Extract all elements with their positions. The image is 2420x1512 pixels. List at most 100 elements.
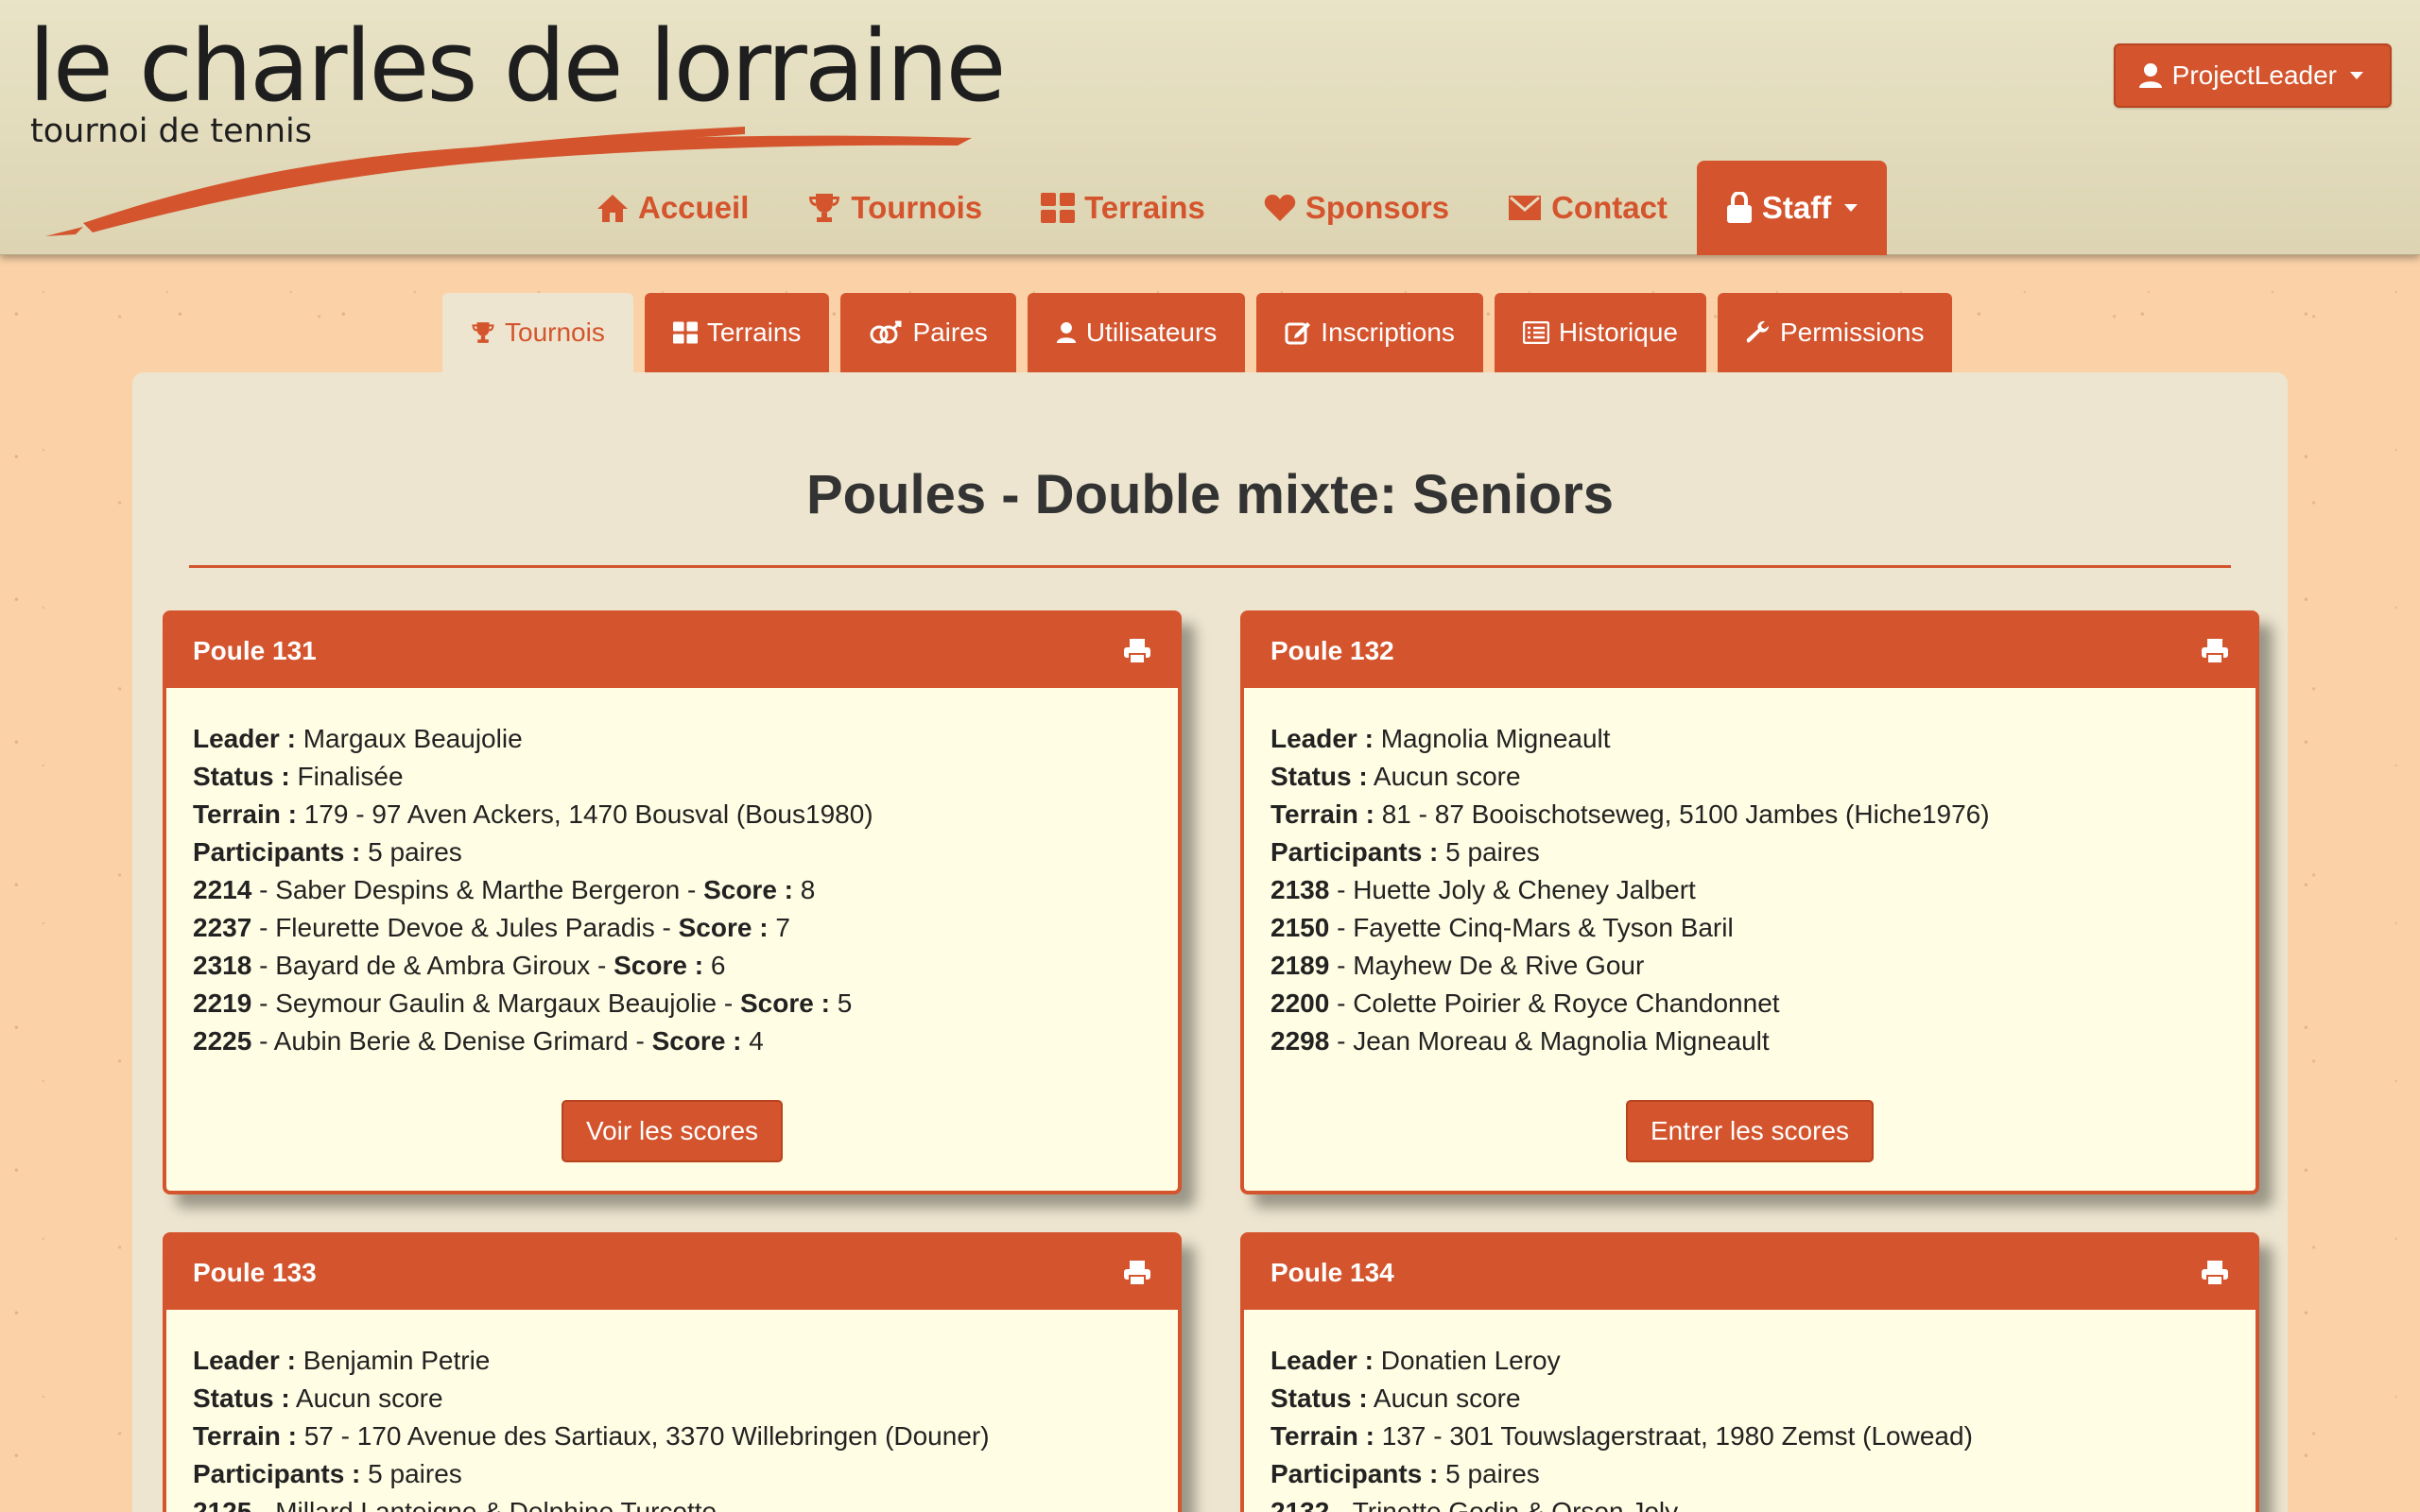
field-value: Aucun score xyxy=(1373,762,1521,791)
field-label: Status : xyxy=(193,762,290,791)
pool-terrain: Terrain : 81 - 87 Booischotseweg, 5100 J… xyxy=(1270,796,2229,833)
field-label: Status : xyxy=(1270,1383,1368,1413)
wrench-icon xyxy=(1746,320,1769,343)
field-value: Magnolia Migneault xyxy=(1380,724,1611,753)
nav-item-staff[interactable]: Staff xyxy=(1696,161,1888,255)
tab-terrains[interactable]: Terrains xyxy=(644,293,830,372)
nav-item-terrains[interactable]: Terrains xyxy=(1011,161,1235,255)
field-value: 179 - 97 Aven Ackers, 1470 Bousval (Bous… xyxy=(303,799,873,829)
pool-status: Status : Finalisée xyxy=(193,758,1151,796)
enter-scores-button[interactable]: Entrer les scores xyxy=(1625,1100,1875,1162)
nav-label: Tournois xyxy=(851,190,983,225)
tab-label: Permissions xyxy=(1779,318,1925,347)
view-scores-button[interactable]: Voir les scores xyxy=(561,1100,784,1162)
pair-score: 4 xyxy=(749,1026,764,1056)
pool-card: Poule 132 Leader : Magnolia Migneault St… xyxy=(1240,610,2259,1194)
site-header: le charles de lorraine tournoi de tennis… xyxy=(0,0,2420,255)
field-label: Participants : xyxy=(193,1459,361,1488)
nav-label: Sponsors xyxy=(1305,190,1450,225)
score-label: Score : xyxy=(614,951,704,980)
tab-historique[interactable]: Historique xyxy=(1494,293,1706,372)
pair-id: 2132 xyxy=(1270,1497,1330,1512)
pool-leader: Leader : Donatien Leroy xyxy=(1270,1342,2229,1380)
pair-row: 2132 - Trinette Godin & Orson Joly xyxy=(1270,1493,2229,1512)
trophy-icon xyxy=(472,322,494,343)
print-icon[interactable] xyxy=(1123,1260,1151,1286)
envelope-icon xyxy=(1509,196,1542,220)
pair-id: 2138 xyxy=(1270,875,1330,904)
score-label: Score : xyxy=(678,913,769,942)
nav-item-tournois[interactable]: Tournois xyxy=(778,161,1011,255)
tab-utilisateurs[interactable]: Utilisateurs xyxy=(1027,293,1246,372)
edit-icon xyxy=(1285,322,1311,345)
heart-icon xyxy=(1264,195,1296,221)
pool-leader: Leader : Margaux Beaujolie xyxy=(193,720,1151,758)
user-icon xyxy=(2138,63,2162,88)
field-value: 81 - 87 Booischotseweg, 5100 Jambes (Hic… xyxy=(1381,799,1990,829)
pair-names: Fayette Cinq-Mars & Tyson Baril xyxy=(1353,913,1734,942)
pair-score: 7 xyxy=(775,913,790,942)
field-value: 5 paires xyxy=(368,1459,462,1488)
print-icon[interactable] xyxy=(2201,638,2229,664)
pool-participants: Participants : 5 paires xyxy=(193,833,1151,871)
pair-names: Aubin Berie & Denise Grimard xyxy=(273,1026,629,1056)
pool-card-header: Poule 133 xyxy=(166,1236,1178,1310)
pool-terrain: Terrain : 179 - 97 Aven Ackers, 1470 Bou… xyxy=(193,796,1151,833)
pool-status: Status : Aucun score xyxy=(1270,758,2229,796)
pool-status: Status : Aucun score xyxy=(193,1380,1151,1418)
pair-names: Fleurette Devoe & Jules Paradis xyxy=(275,913,655,942)
grid-icon xyxy=(1041,193,1076,223)
tab-label: Utilisateurs xyxy=(1085,318,1218,347)
field-value: 5 paires xyxy=(1445,837,1540,867)
pool-card-header: Poule 134 xyxy=(1244,1236,2256,1310)
chevron-down-icon xyxy=(2350,72,2363,79)
pair-names: Trinette Godin & Orson Joly xyxy=(1352,1497,1679,1512)
field-value: 5 paires xyxy=(368,837,462,867)
page-title: Poules - Double mixte: Seniors xyxy=(805,464,1615,525)
print-icon[interactable] xyxy=(2201,1260,2229,1286)
nav-item-accueil[interactable]: Accueil xyxy=(567,161,778,255)
pair-id: 2189 xyxy=(1270,951,1330,980)
pool-card-body: Leader : Benjamin Petrie Status : Aucun … xyxy=(166,1310,1178,1512)
pair-id: 2237 xyxy=(193,913,252,942)
pair-names: Huette Joly & Cheney Jalbert xyxy=(1353,875,1696,904)
field-value: Finalisée xyxy=(297,762,404,791)
nav-label: Contact xyxy=(1551,190,1668,225)
tab-label: Terrains xyxy=(706,318,802,347)
pool-card-body: Leader : Magnolia Migneault Status : Auc… xyxy=(1244,688,2256,1060)
pool-terrain: Terrain : 57 - 170 Avenue des Sartiaux, … xyxy=(193,1418,1151,1455)
pool-card-header: Poule 131 xyxy=(166,614,1178,688)
pair-names: Mayhew De & Rive Gour xyxy=(1353,951,1645,980)
list-icon xyxy=(1522,321,1549,344)
pool-card-header: Poule 132 xyxy=(1244,614,2256,688)
pool-title: Poule 133 xyxy=(193,1258,317,1287)
pair-id: 2150 xyxy=(1270,913,1330,942)
field-label: Status : xyxy=(1270,762,1368,791)
pair-names: Colette Poirier & Royce Chandonnet xyxy=(1353,988,1780,1018)
pair-id: 2225 xyxy=(193,1026,252,1056)
pool-card: Poule 134 Leader : Donatien Leroy Status… xyxy=(1240,1232,2259,1512)
tab-inscriptions[interactable]: Inscriptions xyxy=(1256,293,1483,372)
field-label: Leader : xyxy=(1270,1346,1374,1375)
print-icon[interactable] xyxy=(1123,638,1151,664)
pair-row: 2219 - Seymour Gaulin & Margaux Beaujoli… xyxy=(193,988,853,1018)
pair-row: 2189 - Mayhew De & Rive Gour xyxy=(1270,951,1645,980)
trophy-icon xyxy=(809,194,840,222)
nav-label: Accueil xyxy=(638,190,750,225)
nav-item-contact[interactable]: Contact xyxy=(1478,161,1697,255)
pool-title: Poule 132 xyxy=(1270,636,1394,665)
lock-icon xyxy=(1726,192,1752,223)
nav-item-sponsors[interactable]: Sponsors xyxy=(1235,161,1478,255)
tab-paires[interactable]: Paires xyxy=(840,293,1016,372)
user-icon xyxy=(1056,322,1076,343)
user-menu-button[interactable]: ProjectLeader xyxy=(2113,43,2392,108)
field-label: Participants : xyxy=(193,837,361,867)
pool-card: Poule 131 Leader : Margaux Beaujolie Sta… xyxy=(163,610,1182,1194)
pool-status: Status : Aucun score xyxy=(1270,1380,2229,1418)
field-label: Participants : xyxy=(1270,1459,1439,1488)
tab-permissions[interactable]: Permissions xyxy=(1717,293,1953,372)
tab-tournois[interactable]: Tournois xyxy=(442,293,633,372)
pool-title: Poule 134 xyxy=(1270,1258,1394,1287)
pair-row: 2150 - Fayette Cinq-Mars & Tyson Baril xyxy=(1270,913,1734,942)
tab-label: Inscriptions xyxy=(1321,318,1455,347)
